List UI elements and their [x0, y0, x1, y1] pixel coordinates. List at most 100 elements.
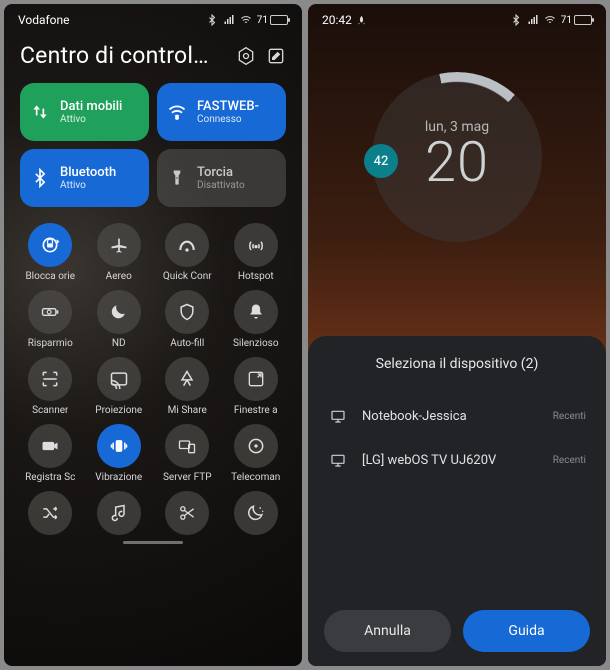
toggle-label: Mi Share — [168, 405, 207, 416]
quick-tiles: Dati mobiliAttivo FASTWEB-Connesso Bluet… — [4, 83, 302, 207]
cast-device-screen: 20:42 71 lun, 3 mag 20 42 Seleziona il d… — [308, 4, 606, 666]
toggle-label: ND — [112, 338, 126, 349]
share-icon — [165, 357, 209, 401]
toggle-quick-connect[interactable]: Quick Conr — [155, 223, 220, 282]
toggle-screenshot[interactable] — [155, 491, 220, 535]
battery-indicator: 71 — [257, 15, 288, 26]
control-center-header: Centro di control… — [4, 32, 302, 83]
device-tag: Recenti — [553, 411, 586, 422]
toggle-grid: Blocca orieAereo Quick Conr Hotspot Risparm… — [4, 207, 302, 535]
toggle-rotation-lock[interactable]: Blocca orie — [18, 223, 83, 282]
toggle-dnd[interactable]: ND — [87, 290, 152, 349]
night-icon — [234, 491, 278, 535]
cancel-button[interactable]: Annulla — [324, 610, 451, 652]
status-bar: 20:42 71 — [308, 4, 606, 32]
device-row[interactable]: [LG] webOS TV UJ620V Recenti — [324, 438, 590, 482]
device-name: [LG] webOS TV UJ620V — [362, 453, 539, 468]
arrows-up-down-icon — [30, 102, 50, 122]
device-tag: Recenti — [553, 455, 586, 466]
toggle-music[interactable] — [87, 491, 152, 535]
tile-sub: Disattivato — [197, 180, 245, 191]
moon-icon — [97, 290, 141, 334]
wifi-status-icon — [240, 14, 252, 26]
device-name: Notebook-Jessica — [362, 409, 539, 424]
toggle-mi-share[interactable]: Mi Share — [155, 357, 220, 416]
toggle-label: Hotspot — [238, 271, 274, 282]
toggle-cast[interactable]: Proiezione — [87, 357, 152, 416]
tile-sub: Connesso — [197, 114, 259, 125]
toggle-silent[interactable]: Silenzioso — [224, 290, 289, 349]
wifi-icon — [167, 102, 187, 122]
status-time: 20:42 — [322, 13, 367, 27]
bluetooth-status-icon — [510, 14, 522, 26]
toggle-battery-saver[interactable]: Risparmio — [18, 290, 83, 349]
airplane-icon — [97, 223, 141, 267]
help-button[interactable]: Guida — [463, 610, 590, 652]
tile-label: Torcia — [197, 165, 245, 180]
page-title: Centro di control… — [20, 42, 226, 69]
toggle-autofill[interactable]: Auto-fill — [155, 290, 220, 349]
settings-icon[interactable] — [236, 46, 256, 66]
battery-icon — [28, 290, 72, 334]
status-bar: Vodafone 71 — [4, 4, 302, 32]
toggle-label: Vibrazione — [95, 472, 142, 483]
camera-icon — [28, 424, 72, 468]
drag-handle[interactable] — [123, 541, 183, 544]
toggle-label: Scanner — [32, 405, 68, 416]
tile-label: FASTWEB- — [197, 99, 259, 114]
device-list: Notebook-JessicaRecenti[LG] webOS TV UJ6… — [324, 394, 590, 482]
shuffle-icon — [28, 491, 72, 535]
carrier-label: Vodafone — [18, 13, 70, 27]
signal-icon — [223, 14, 235, 26]
toggle-remote[interactable]: Telecoman — [224, 424, 289, 483]
toggle-label: Risparmio — [28, 338, 73, 349]
tile-sub: Attivo — [60, 114, 122, 125]
toggle-label: Proiezione — [95, 405, 142, 416]
tile-wifi[interactable]: FASTWEB-Connesso — [157, 83, 286, 141]
wifi-status-icon — [544, 14, 556, 26]
toggle-ftp[interactable]: Server FTP — [155, 424, 220, 483]
sheet-title: Seleziona il dispositivo (2) — [324, 356, 590, 372]
toggle-hotspot[interactable]: Hotspot — [224, 223, 289, 282]
edit-icon[interactable] — [266, 46, 286, 66]
monitor-icon — [328, 452, 348, 468]
tile-label: Bluetooth — [60, 165, 116, 180]
signal-icon — [527, 14, 539, 26]
bluetooth-status-icon — [206, 14, 218, 26]
toggle-label: Silenzioso — [233, 338, 279, 349]
shield-icon — [165, 290, 209, 334]
toggle-vibration[interactable]: Vibrazione — [87, 424, 152, 483]
control-center-screen: Vodafone 71 Centro di control… Dati mobi… — [4, 4, 302, 666]
scissors-icon — [165, 491, 209, 535]
tile-bluetooth[interactable]: BluetoothAttivo — [20, 149, 149, 207]
toggle-label: Quick Conr — [163, 271, 212, 282]
monitor-icon — [328, 408, 348, 424]
rocket-icon — [356, 15, 367, 26]
battery-indicator: 71 — [561, 15, 592, 26]
device-picker-sheet: Seleziona il dispositivo (2) Notebook-Je… — [308, 336, 606, 666]
tile-label: Dati mobili — [60, 99, 122, 114]
vpn-icon — [165, 223, 209, 267]
vibrate-icon — [97, 424, 141, 468]
flashlight-icon — [167, 168, 187, 188]
toggle-float-window[interactable]: Finestre a — [224, 357, 289, 416]
device-row[interactable]: Notebook-Jessica Recenti — [324, 394, 590, 438]
toggle-shuffle[interactable] — [18, 491, 83, 535]
tile-sub: Attivo — [60, 180, 116, 191]
toggle-scanner[interactable]: Scanner — [18, 357, 83, 416]
toggle-screen-record[interactable]: Registra Sc — [18, 424, 83, 483]
toggle-label: Finestre a — [234, 405, 278, 416]
toggle-airplane[interactable]: Aereo — [87, 223, 152, 282]
clock-hour: 20 — [425, 129, 489, 195]
devices-icon — [165, 424, 209, 468]
hotspot-icon — [234, 223, 278, 267]
status-icons: 71 — [510, 14, 592, 26]
bluetooth-icon — [30, 168, 50, 188]
toggle-label: Server FTP — [163, 472, 212, 483]
toggle-label: Telecoman — [231, 472, 280, 483]
tile-mobile-data[interactable]: Dati mobiliAttivo — [20, 83, 149, 141]
tile-torch[interactable]: TorciaDisattivato — [157, 149, 286, 207]
toggle-night[interactable] — [224, 491, 289, 535]
lock-rot-icon — [28, 223, 72, 267]
clock-minute-badge: 42 — [364, 144, 398, 178]
